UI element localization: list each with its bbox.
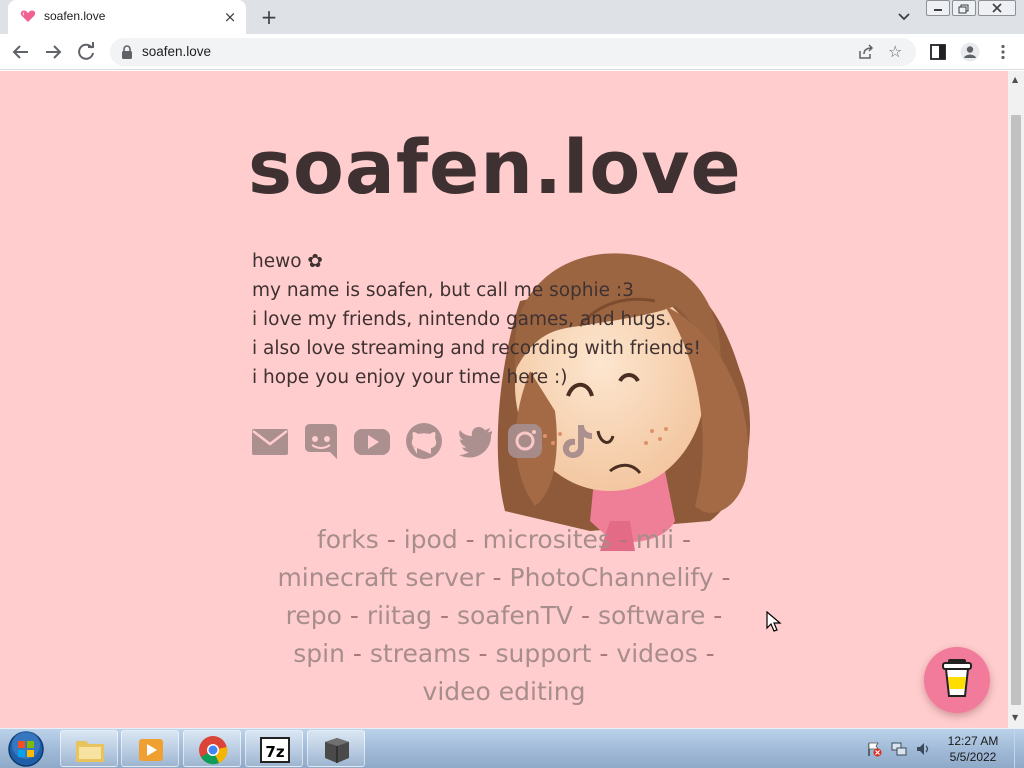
tab-strip: soafen.love × + bbox=[0, 0, 1024, 34]
clock-time: 12:27 AM bbox=[947, 734, 999, 748]
link-soafentv[interactable]: soafenTV bbox=[457, 601, 573, 630]
link-forks[interactable]: forks bbox=[317, 525, 379, 554]
share-icon[interactable] bbox=[858, 44, 874, 60]
chrome-icon bbox=[199, 736, 228, 765]
link-microsites[interactable]: microsites bbox=[483, 525, 611, 554]
buy-me-a-coffee-button[interactable] bbox=[924, 647, 990, 713]
youtube-icon[interactable] bbox=[352, 421, 392, 461]
forward-arrow-icon[interactable] bbox=[40, 39, 66, 65]
folder-icon bbox=[76, 741, 104, 762]
start-button-icon[interactable] bbox=[6, 730, 46, 768]
link-riitag[interactable]: riitag bbox=[367, 601, 432, 630]
intro-line: my name is soafen, but call me sophie :3 bbox=[252, 280, 634, 301]
link-separator: - bbox=[599, 639, 609, 668]
page-scrollbar[interactable]: ▲ ▼ bbox=[1008, 71, 1024, 728]
social-icons bbox=[250, 421, 610, 465]
restore-button[interactable] bbox=[952, 0, 976, 16]
link-separator: - bbox=[349, 601, 359, 630]
link-spin[interactable]: spin bbox=[293, 639, 345, 668]
link-videos[interactable]: videos bbox=[616, 639, 697, 668]
browser-tab[interactable]: soafen.love × bbox=[8, 0, 246, 34]
url-text[interactable]: soafen.love bbox=[142, 44, 211, 59]
scrollbar-thumb[interactable] bbox=[1011, 115, 1021, 705]
link-separator: - bbox=[682, 525, 692, 554]
links-list: forks - ipod - microsites - mii - minecr… bbox=[230, 521, 778, 711]
link-separator: - bbox=[386, 525, 396, 554]
taskbar-media-player-button[interactable] bbox=[121, 730, 179, 767]
taskbar-cube-app-button[interactable] bbox=[307, 730, 365, 767]
tab-close-icon[interactable]: × bbox=[221, 8, 239, 26]
link-ipod[interactable]: ipod bbox=[404, 525, 458, 554]
cube-app-icon bbox=[325, 738, 349, 763]
link-separator: - bbox=[492, 563, 502, 592]
link-separator: - bbox=[580, 601, 591, 630]
link-separator: - bbox=[352, 639, 362, 668]
link-separator: - bbox=[618, 525, 628, 554]
heart-favicon-icon bbox=[20, 10, 36, 22]
link-video-editing[interactable]: video editing bbox=[423, 677, 586, 706]
reload-icon[interactable] bbox=[73, 39, 99, 65]
taskbar-clock[interactable]: 12:27 AM 5/5/2022 bbox=[936, 733, 1010, 765]
mail-icon[interactable] bbox=[250, 421, 290, 461]
scroll-down-arrow-icon[interactable]: ▼ bbox=[1012, 713, 1018, 722]
link-repo[interactable]: repo bbox=[286, 601, 342, 630]
link-separator: - bbox=[713, 601, 723, 630]
tab-title: soafen.love bbox=[44, 9, 106, 23]
intro-text: hewo ✿ my name is soafen, but call me so… bbox=[252, 247, 701, 392]
svg-text:7z: 7z bbox=[265, 743, 284, 761]
address-bar[interactable]: soafen.love ☆ bbox=[110, 38, 916, 66]
discord-icon[interactable] bbox=[301, 421, 341, 461]
twitter-icon[interactable] bbox=[456, 421, 496, 461]
windows-taskbar: 7z 12:27 AM 5/5/2022 bbox=[0, 728, 1024, 768]
volume-icon[interactable] bbox=[915, 741, 931, 757]
intro-line: i love my friends, nintendo games, and h… bbox=[252, 309, 672, 330]
show-desktop-button[interactable] bbox=[1014, 729, 1024, 768]
bookmark-star-icon[interactable]: ☆ bbox=[888, 42, 902, 61]
profile-avatar-icon[interactable] bbox=[960, 42, 980, 62]
minimize-button[interactable] bbox=[926, 0, 950, 16]
taskbar-explorer-button[interactable] bbox=[60, 730, 118, 767]
intro-line: hewo ✿ bbox=[252, 251, 323, 272]
link-support[interactable]: support bbox=[495, 639, 591, 668]
mouse-cursor-icon bbox=[766, 611, 782, 632]
taskbar-7zip-button[interactable]: 7z bbox=[245, 730, 303, 767]
link-separator: - bbox=[721, 563, 731, 592]
link-minecraft-server[interactable]: minecraft server bbox=[277, 563, 484, 592]
tab-search-chevron-icon[interactable] bbox=[894, 8, 914, 26]
network-icon[interactable] bbox=[891, 741, 907, 757]
window-close-button[interactable] bbox=[978, 0, 1016, 16]
browser-toolbar: soafen.love ☆ bbox=[0, 34, 1024, 70]
link-separator: - bbox=[465, 525, 475, 554]
intro-line: i also love streaming and recording with… bbox=[252, 338, 701, 359]
instagram-icon[interactable] bbox=[505, 421, 545, 461]
link-photochannelify[interactable]: PhotoChannelify bbox=[510, 563, 714, 592]
link-software[interactable]: software bbox=[598, 601, 705, 630]
action-center-flag-icon[interactable] bbox=[866, 741, 882, 757]
media-player-icon bbox=[139, 739, 163, 761]
web-page: soafen.love hewo ✿ my name is soafen, bu… bbox=[0, 71, 1008, 728]
coffee-cup-icon bbox=[942, 659, 972, 697]
link-separator: - bbox=[440, 601, 450, 630]
back-arrow-icon[interactable] bbox=[8, 39, 34, 65]
github-icon[interactable] bbox=[404, 421, 444, 461]
7zip-icon: 7z bbox=[260, 737, 290, 763]
window-controls bbox=[926, 0, 1018, 18]
link-separator: - bbox=[478, 639, 488, 668]
scroll-up-arrow-icon[interactable]: ▲ bbox=[1012, 75, 1018, 84]
intro-line: i hope you enjoy your time here :) bbox=[252, 367, 568, 388]
link-mii[interactable]: mii bbox=[636, 525, 674, 554]
more-menu-icon[interactable] bbox=[994, 43, 1012, 61]
clock-date: 5/5/2022 bbox=[949, 750, 997, 764]
link-streams[interactable]: streams bbox=[370, 639, 471, 668]
new-tab-button[interactable]: + bbox=[258, 6, 280, 28]
site-title: soafen.love bbox=[248, 125, 742, 211]
tiktok-icon[interactable] bbox=[556, 421, 596, 461]
taskbar-chrome-button[interactable] bbox=[183, 730, 241, 767]
lock-icon[interactable] bbox=[121, 45, 133, 59]
link-separator: - bbox=[705, 639, 715, 668]
side-panel-icon[interactable] bbox=[929, 43, 947, 61]
